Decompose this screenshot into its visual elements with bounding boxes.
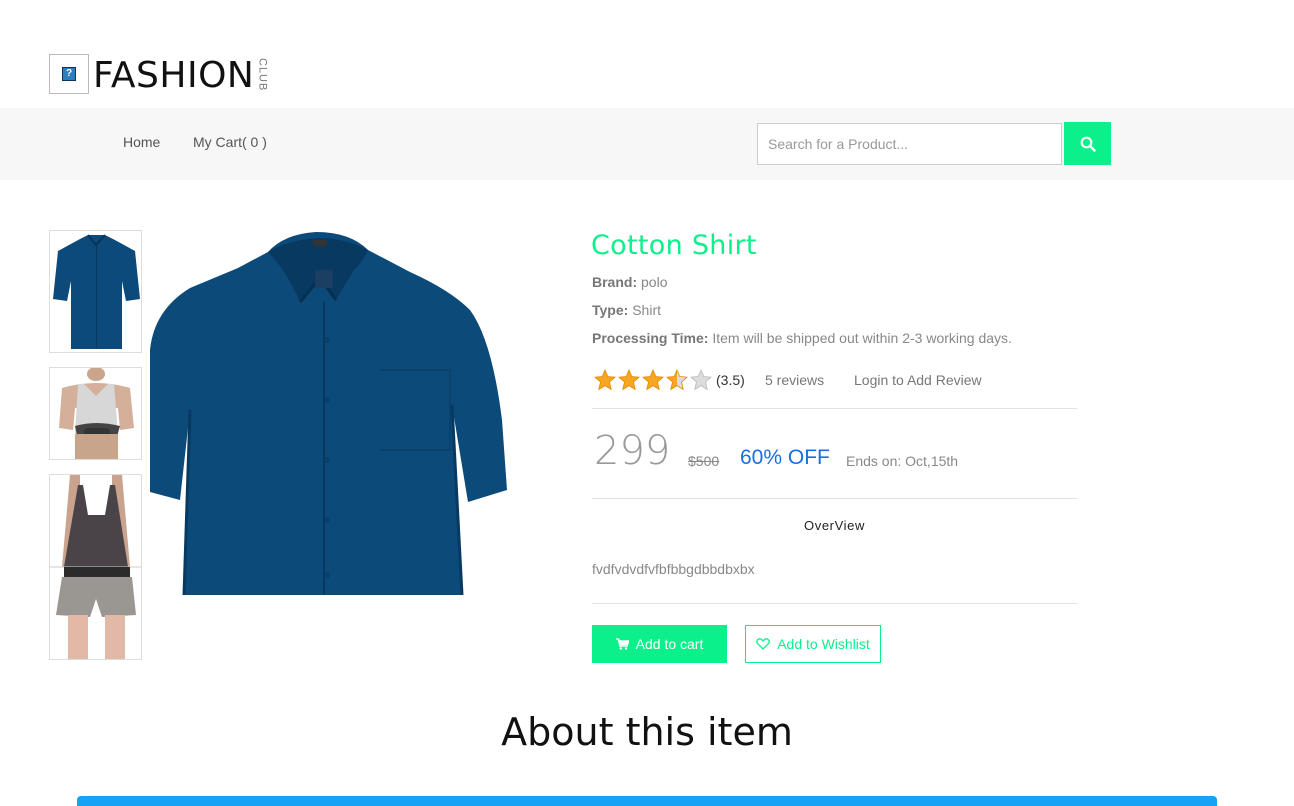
add-to-wishlist-label: Add to Wishlist xyxy=(777,636,870,652)
logo-subtext: CLUB xyxy=(256,58,269,92)
old-price: $500 xyxy=(688,453,720,469)
search-input[interactable] xyxy=(757,123,1062,165)
login-to-review-link[interactable]: Login to Add Review xyxy=(854,372,982,388)
type-value: Shirt xyxy=(632,302,661,318)
discount-badge: 60% OFF xyxy=(740,446,830,469)
type-label: Type: xyxy=(592,302,629,318)
processing-value: Item will be shipped out within 2-3 work… xyxy=(712,330,1012,346)
nav-home-link[interactable]: Home xyxy=(123,134,160,150)
product-processing-time: Processing Time: Item will be shipped ou… xyxy=(592,330,1012,346)
thumbnail-shirt[interactable] xyxy=(49,230,142,353)
star-icon xyxy=(618,369,640,391)
main-product-image xyxy=(150,230,507,596)
product-brand: Brand: polo xyxy=(592,274,667,290)
price: 299 xyxy=(594,428,671,474)
divider xyxy=(592,498,1077,499)
rating-value: (3.5) xyxy=(716,372,745,388)
star-icon xyxy=(690,369,712,391)
add-to-cart-label: Add to cart xyxy=(635,636,704,652)
divider xyxy=(592,603,1077,604)
logo-text: FASHION xyxy=(93,55,255,96)
overview-heading: OverView xyxy=(804,518,865,533)
brand-label: Brand: xyxy=(592,274,638,290)
logo-image: ? xyxy=(49,54,89,94)
star-rating: (3.5) xyxy=(594,369,745,391)
divider xyxy=(592,408,1077,409)
cart-icon xyxy=(615,638,629,650)
product-title: Cotton Shirt xyxy=(591,230,757,261)
nav-bar: Home My Cart( 0 ) xyxy=(0,108,1294,180)
site-logo[interactable]: ? FASHION CLUB xyxy=(49,54,268,96)
processing-label: Processing Time: xyxy=(592,330,709,346)
offer-end-date: Ends on: Oct,15th xyxy=(846,453,959,469)
search-button[interactable] xyxy=(1064,122,1111,165)
add-to-cart-button[interactable]: Add to cart xyxy=(592,625,727,663)
thumbnail-outfit[interactable] xyxy=(49,474,142,660)
about-heading: About this item xyxy=(501,710,793,754)
brand-value: polo xyxy=(641,274,668,290)
heart-icon xyxy=(756,638,771,650)
reviews-count[interactable]: 5 reviews xyxy=(765,372,824,388)
add-to-wishlist-button[interactable]: Add to Wishlist xyxy=(745,625,881,663)
product-type: Type: Shirt xyxy=(592,302,661,318)
thumbnail-tank-top[interactable] xyxy=(49,367,142,460)
section-bar xyxy=(77,796,1217,806)
search-icon xyxy=(1080,136,1096,152)
overview-text: fvdfvdvdfvfbfbbgdbbdbxbx xyxy=(592,561,755,577)
star-icon xyxy=(642,369,664,391)
star-icon xyxy=(666,369,688,391)
nav-cart-link[interactable]: My Cart( 0 ) xyxy=(193,134,267,150)
star-icon xyxy=(594,369,616,391)
